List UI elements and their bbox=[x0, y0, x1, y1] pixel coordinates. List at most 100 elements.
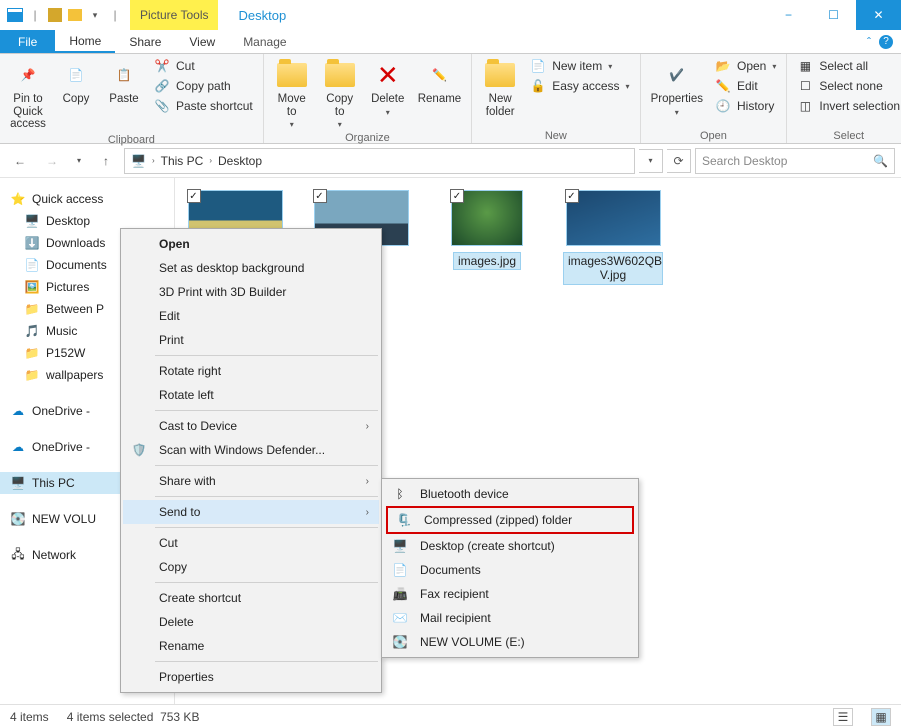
group-organize: Move to▾ Copy to▾ ✕Delete▾ ✏️Rename Orga… bbox=[264, 54, 472, 143]
folder-icon: 📁 bbox=[24, 301, 40, 317]
tab-home[interactable]: Home bbox=[55, 30, 115, 53]
minimize-button[interactable]: − bbox=[766, 0, 811, 30]
ctx-edit[interactable]: Edit bbox=[123, 304, 379, 328]
qat-dropdown-icon[interactable]: ▾ bbox=[86, 6, 104, 24]
maximize-button[interactable]: ☐ bbox=[811, 0, 856, 30]
edit-button[interactable]: ✏️Edit bbox=[711, 77, 780, 95]
sub-compressed[interactable]: 🗜️Compressed (zipped) folder bbox=[388, 508, 632, 532]
ctx-rename[interactable]: Rename bbox=[123, 634, 379, 658]
fax-icon: 📠 bbox=[392, 586, 408, 602]
sub-desktop-shortcut[interactable]: 🖥️Desktop (create shortcut) bbox=[384, 534, 636, 558]
sub-mail[interactable]: ✉️Mail recipient bbox=[384, 606, 636, 630]
onedrive-icon: ☁ bbox=[10, 439, 26, 455]
thumb-3[interactable]: ✓ images.jpg bbox=[437, 190, 537, 270]
select-all-button[interactable]: ▦Select all bbox=[793, 57, 901, 75]
view-details-button[interactable]: ☰ bbox=[833, 708, 853, 726]
sub-documents[interactable]: 📄Documents bbox=[384, 558, 636, 582]
breadcrumb[interactable]: 🖥️ › This PC › Desktop bbox=[124, 148, 635, 174]
properties-qat-icon[interactable] bbox=[46, 6, 64, 24]
ctx-share[interactable]: Share with› bbox=[123, 469, 379, 493]
sub-bluetooth[interactable]: ᛒBluetooth device bbox=[384, 482, 636, 506]
pc-icon: 🖥️ bbox=[10, 475, 26, 491]
ctx-properties[interactable]: Properties bbox=[123, 665, 379, 689]
move-to-button[interactable]: Move to▾ bbox=[270, 57, 314, 131]
view-icons-button[interactable]: ▦ bbox=[871, 708, 891, 726]
thumb-image: ✓ bbox=[566, 190, 661, 246]
ctx-open[interactable]: Open bbox=[123, 232, 379, 256]
checkbox-icon[interactable]: ✓ bbox=[187, 189, 201, 203]
group-open-label: Open bbox=[647, 129, 781, 142]
checkbox-icon[interactable]: ✓ bbox=[313, 189, 327, 203]
sub-volume[interactable]: 💽NEW VOLUME (E:) bbox=[384, 630, 636, 654]
checkbox-icon[interactable]: ✓ bbox=[565, 189, 579, 203]
ctx-scan[interactable]: 🛡️Scan with Windows Defender... bbox=[123, 438, 379, 462]
tab-share[interactable]: Share bbox=[115, 30, 175, 53]
folder-icon: 📁 bbox=[24, 367, 40, 383]
crumb-this-pc[interactable]: This PC bbox=[161, 154, 204, 168]
rename-button[interactable]: ✏️Rename bbox=[414, 57, 465, 108]
copy-path-button[interactable]: 🔗Copy path bbox=[150, 77, 257, 95]
new-folder-button[interactable]: New folder bbox=[478, 57, 522, 120]
history-button[interactable]: 🕘History bbox=[711, 97, 780, 115]
help-icon[interactable]: ? bbox=[879, 35, 893, 49]
cut-button[interactable]: ✂️Cut bbox=[150, 57, 257, 75]
documents-icon: 📄 bbox=[392, 562, 408, 578]
collapse-ribbon-icon[interactable]: ˆ bbox=[867, 35, 871, 49]
nav-back-button[interactable]: ← bbox=[6, 148, 34, 174]
thumb-4[interactable]: ✓ images3W602QB V.jpg bbox=[563, 190, 663, 285]
invert-selection-button[interactable]: ◫Invert selection bbox=[793, 97, 901, 115]
sub-fax[interactable]: 📠Fax recipient bbox=[384, 582, 636, 606]
music-icon: 🎵 bbox=[24, 323, 40, 339]
ctx-send-to[interactable]: Send to› bbox=[123, 500, 379, 524]
open-button[interactable]: 📂Open ▾ bbox=[711, 57, 780, 75]
nav-forward-button[interactable]: → bbox=[38, 148, 66, 174]
ctx-copy[interactable]: Copy bbox=[123, 555, 379, 579]
easy-access-icon: 🔓 bbox=[530, 78, 546, 94]
onedrive-icon: ☁ bbox=[10, 403, 26, 419]
close-button[interactable]: ✕ bbox=[856, 0, 901, 30]
move-to-icon bbox=[276, 59, 308, 91]
tab-file[interactable]: File bbox=[0, 30, 55, 53]
easy-access-button[interactable]: 🔓Easy access ▾ bbox=[526, 77, 633, 95]
search-input[interactable]: Search Desktop 🔍 bbox=[695, 148, 895, 174]
refresh-button[interactable]: ⟳ bbox=[667, 149, 691, 173]
ctx-rotate-right[interactable]: Rotate right bbox=[123, 359, 379, 383]
documents-icon: 📄 bbox=[24, 257, 40, 273]
new-item-button[interactable]: 📄New item ▾ bbox=[526, 57, 633, 75]
ctx-3d-print[interactable]: 3D Print with 3D Builder bbox=[123, 280, 379, 304]
ctx-cut[interactable]: Cut bbox=[123, 531, 379, 555]
tab-view[interactable]: View bbox=[175, 30, 229, 53]
properties-button[interactable]: ✔️Properties▾ bbox=[647, 57, 707, 119]
group-new: New folder 📄New item ▾ 🔓Easy access ▾ Ne… bbox=[472, 54, 640, 143]
titlebar: | ▾ | Picture Tools Desktop − ☐ ✕ bbox=[0, 0, 901, 30]
copy-to-button[interactable]: Copy to▾ bbox=[318, 57, 362, 131]
select-none-button[interactable]: ☐Select none bbox=[793, 77, 901, 95]
nav-recent-button[interactable]: ▾ bbox=[70, 148, 88, 174]
pin-quick-access-button[interactable]: 📌 Pin to Quick access bbox=[6, 57, 50, 133]
tab-manage[interactable]: Manage bbox=[229, 30, 300, 53]
pin-icon: 📌 bbox=[12, 59, 44, 91]
crumb-desktop[interactable]: Desktop bbox=[218, 154, 262, 168]
qat-sep: | bbox=[26, 6, 44, 24]
ctx-create-shortcut[interactable]: Create shortcut bbox=[123, 586, 379, 610]
ctx-rotate-left[interactable]: Rotate left bbox=[123, 383, 379, 407]
new-folder-qat-icon[interactable] bbox=[66, 6, 84, 24]
ctx-cast[interactable]: Cast to Device› bbox=[123, 414, 379, 438]
checkbox-icon[interactable]: ✓ bbox=[450, 189, 464, 203]
network-icon: 🖧 bbox=[10, 547, 26, 563]
delete-button[interactable]: ✕Delete▾ bbox=[366, 57, 410, 119]
address-dropdown-button[interactable]: ▾ bbox=[639, 149, 663, 173]
ctx-print[interactable]: Print bbox=[123, 328, 379, 352]
ctx-set-bg[interactable]: Set as desktop background bbox=[123, 256, 379, 280]
copy-button[interactable]: 📄 Copy bbox=[54, 57, 98, 108]
folder-icon: 📁 bbox=[24, 345, 40, 361]
group-new-label: New bbox=[478, 129, 633, 142]
paste-shortcut-button[interactable]: 📎Paste shortcut bbox=[150, 97, 257, 115]
sidebar-quick-access[interactable]: ⭐Quick access bbox=[0, 188, 174, 210]
send-to-submenu: ᛒBluetooth device 🗜️Compressed (zipped) … bbox=[381, 478, 639, 658]
nav-up-button[interactable]: ↑ bbox=[92, 148, 120, 174]
paste-button[interactable]: 📋 Paste bbox=[102, 57, 146, 108]
group-organize-label: Organize bbox=[270, 131, 465, 144]
search-icon: 🔍 bbox=[873, 154, 888, 168]
ctx-delete[interactable]: Delete bbox=[123, 610, 379, 634]
